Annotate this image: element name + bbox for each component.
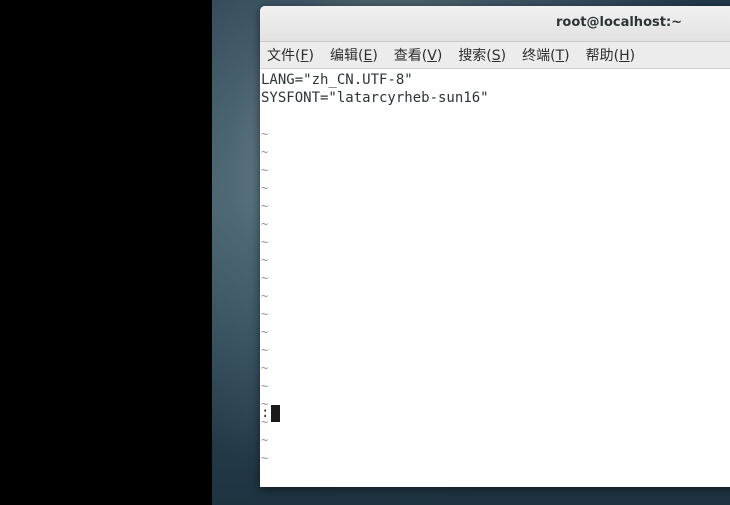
- tilde-marker: ~: [261, 361, 269, 375]
- tilde-marker: ~: [261, 397, 269, 411]
- menu-search[interactable]: 搜索(S): [458, 45, 506, 65]
- tilde-marker: ~: [261, 451, 269, 465]
- desktop-left-black-area: [0, 0, 212, 505]
- tilde-marker: ~: [261, 307, 269, 321]
- tilde-marker: ~: [261, 217, 269, 231]
- tilde-marker: ~: [261, 271, 269, 285]
- menu-terminal[interactable]: 终端(T): [522, 45, 570, 65]
- window-title: root@localhost:~: [556, 15, 683, 30]
- tilde-marker: ~: [261, 325, 269, 339]
- tilde-marker: ~: [261, 253, 269, 267]
- menu-file[interactable]: 文件(F): [267, 45, 314, 65]
- tilde-marker: ~: [261, 235, 269, 249]
- tilde-marker: ~: [261, 343, 269, 357]
- menu-bar: 文件(F) 编辑(E) 查看(V) 搜索(S) 终端(T) 帮助(H): [260, 42, 730, 69]
- tilde-marker: ~: [261, 181, 269, 195]
- tilde-marker: ~: [261, 145, 269, 159]
- editor-content[interactable]: LANG="zh_CN.UTF-8" SYSFONT="latarcyrheb-…: [260, 69, 730, 467]
- tilde-marker: ~: [261, 163, 269, 177]
- editor-line-empty: [261, 107, 730, 125]
- text-cursor: [271, 404, 281, 422]
- editor-line-sysfont: SYSFONT="latarcyrheb-sun16": [261, 90, 489, 106]
- editor-line-lang: LANG="zh_CN.UTF-8": [261, 72, 413, 88]
- menu-edit[interactable]: 编辑(E): [330, 45, 378, 65]
- terminal-window[interactable]: root@localhost:~ 文件(F) 编辑(E) 查看(V) 搜索(S)…: [260, 6, 730, 487]
- vim-command-line[interactable]: :: [261, 404, 281, 422]
- menu-view[interactable]: 查看(V): [394, 45, 443, 65]
- empty-line-markers: ~ ~ ~ ~ ~ ~ ~ ~ ~ ~ ~ ~ ~ ~ ~ ~ ~ ~ ~: [261, 125, 730, 467]
- tilde-marker: ~: [261, 289, 269, 303]
- tilde-marker: ~: [261, 127, 269, 141]
- tilde-marker: ~: [261, 415, 269, 429]
- tilde-marker: ~: [261, 199, 269, 213]
- tilde-marker: ~: [261, 433, 269, 447]
- window-titlebar[interactable]: root@localhost:~: [260, 6, 730, 42]
- command-prompt: :: [261, 405, 270, 421]
- tilde-marker: ~: [261, 379, 269, 393]
- menu-help[interactable]: 帮助(H): [586, 45, 635, 65]
